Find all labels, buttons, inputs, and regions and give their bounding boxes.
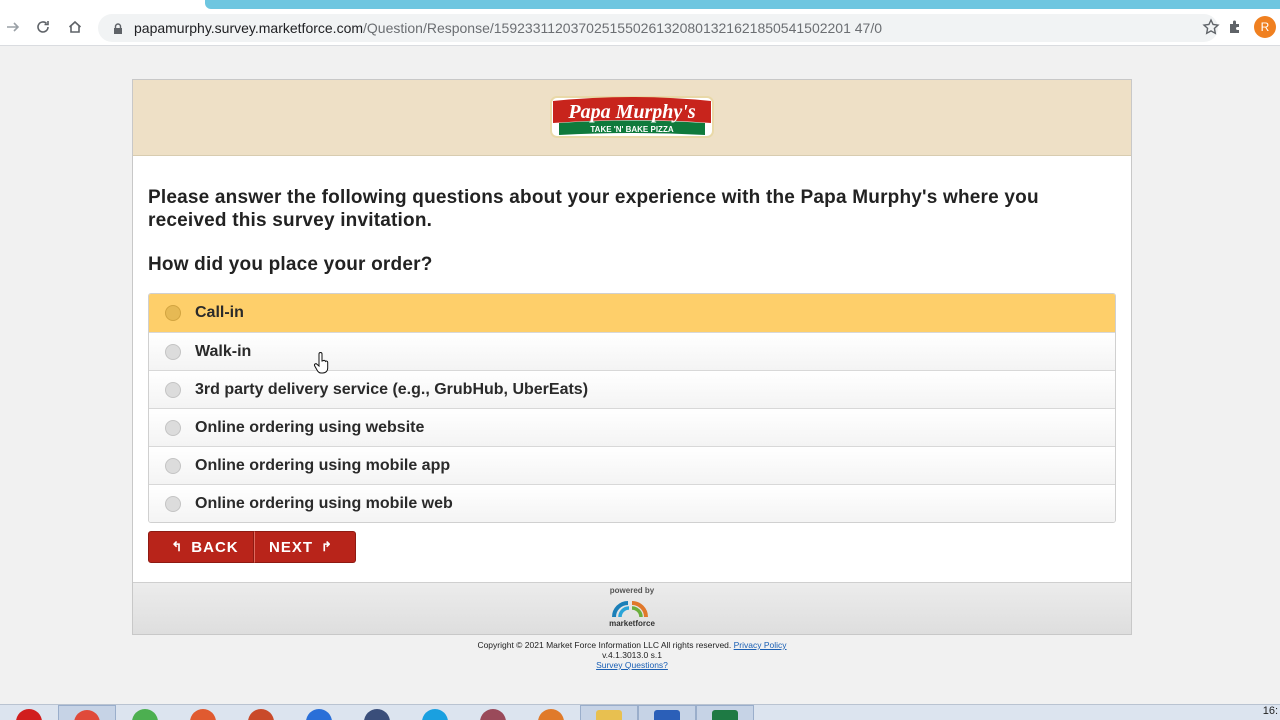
taskbar-word-icon[interactable] [638,705,696,720]
radio-button[interactable] [165,381,181,398]
taskbar-app-icon[interactable] [464,705,522,720]
next-button[interactable]: NEXT ↱ [254,531,356,563]
lock-icon [112,22,124,34]
answer-options: Call-in Walk-in 3rd party delivery servi… [148,293,1116,523]
option-label: Online ordering using website [195,418,425,436]
question-title: How did you place your order? [148,254,433,275]
forward-arrow-icon[interactable] [2,16,24,38]
legal-footer: Copyright © 2021 Market Force Informatio… [132,640,1132,670]
extensions-icon[interactable] [1226,18,1244,36]
radio-button[interactable] [165,419,181,436]
powered-by-text: powered by [609,586,655,595]
home-icon[interactable] [64,16,86,38]
bookmark-star-icon[interactable] [1202,18,1220,36]
radio-button[interactable] [165,305,181,321]
taskbar-explorer-icon[interactable] [580,705,638,720]
back-arrow-icon: ↰ [171,539,184,554]
option-online-mobile-app[interactable]: Online ordering using mobile app [149,446,1115,484]
radio-button[interactable] [165,457,181,474]
option-third-party-delivery[interactable]: 3rd party delivery service (e.g., GrubHu… [149,370,1115,408]
option-label: Call-in [195,304,244,321]
navigation-buttons: ↰ BACK NEXT ↱ [148,531,1116,563]
taskbar-clock: 16: [1262,705,1278,717]
survey-questions-link[interactable]: Survey Questions? [596,660,668,670]
taskbar-app-icon[interactable] [406,705,464,720]
survey-panel: Papa Murphy's TAKE 'N' BAKE PIZZA Please… [132,79,1132,635]
option-label: 3rd party delivery service (e.g., GrubHu… [195,380,589,398]
svg-text:marketforce: marketforce [609,619,655,628]
option-call-in[interactable]: Call-in [149,294,1115,332]
taskbar-chrome-icon[interactable] [58,705,116,720]
profile-avatar[interactable]: R [1254,16,1276,38]
browser-toolbar: papamurphy.survey.marketforce.com/Questi… [0,0,1280,46]
taskbar-opera-icon[interactable] [0,705,58,720]
taskbar-app-icon[interactable] [232,705,290,720]
option-label: Walk-in [195,342,252,360]
taskbar-app-icon[interactable] [116,705,174,720]
next-arrow-icon: ↱ [321,539,333,554]
back-button[interactable]: ↰ BACK [148,531,254,563]
taskbar-app-icon[interactable] [290,705,348,720]
survey-intro: Please answer the following questions ab… [148,187,1039,231]
option-online-website[interactable]: Online ordering using website [149,408,1115,446]
option-online-mobile-web[interactable]: Online ordering using mobile web [149,484,1115,522]
copyright-text: Copyright © 2021 Market Force Informatio… [477,640,732,650]
taskbar-app-icon[interactable] [348,705,406,720]
os-taskbar: 16: [0,704,1280,720]
option-label: Online ordering using mobile web [195,494,453,512]
marketforce-logo: marketforce [604,595,660,631]
radio-button[interactable] [165,495,181,512]
powered-by-footer: powered by marketforce [133,582,1131,634]
url-path: /Question/Response/159233112037025155026… [363,20,883,36]
radio-button[interactable] [165,343,181,360]
taskbar-app-icon[interactable] [522,705,580,720]
option-label: Online ordering using mobile app [195,456,451,474]
address-bar[interactable]: papamurphy.survey.marketforce.com/Questi… [98,14,1218,42]
option-walk-in[interactable]: Walk-in [149,332,1115,370]
reload-icon[interactable] [32,16,54,38]
url-host: papamurphy.survey.marketforce.com [134,20,364,36]
svg-text:Papa Murphy's: Papa Murphy's [567,101,695,123]
svg-text:TAKE 'N' BAKE PIZZA: TAKE 'N' BAKE PIZZA [590,125,673,134]
version-text: v.4.1.3013.0 s.1 [602,650,662,660]
privacy-policy-link[interactable]: Privacy Policy [734,640,787,650]
papa-murphys-logo: Papa Murphy's TAKE 'N' BAKE PIZZA [549,95,715,141]
tabstrip [205,0,1280,9]
header-banner: Papa Murphy's TAKE 'N' BAKE PIZZA [133,80,1131,156]
hand-cursor-icon [313,352,331,374]
taskbar-app-icon[interactable] [174,705,232,720]
taskbar-excel-icon[interactable] [696,705,754,720]
